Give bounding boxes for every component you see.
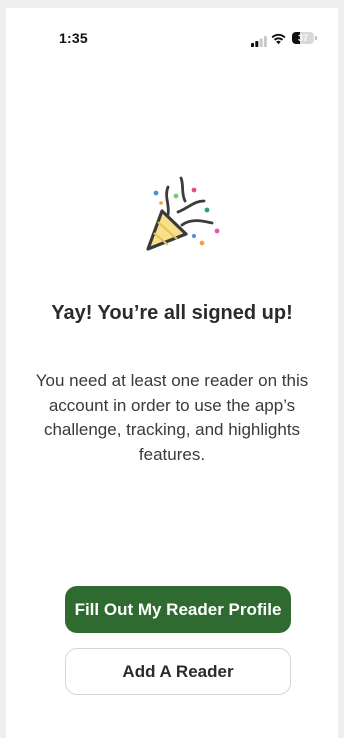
battery-tip bbox=[315, 36, 317, 40]
battery-body: 37 bbox=[292, 32, 314, 44]
status-time: 1:35 bbox=[59, 30, 88, 46]
wifi-icon bbox=[271, 32, 286, 45]
status-bar: 1:35 37 bbox=[6, 8, 338, 52]
cellular-signal-icon bbox=[251, 34, 267, 47]
battery-icon: 37 bbox=[292, 32, 318, 44]
add-reader-button[interactable]: Add A Reader bbox=[65, 648, 291, 695]
app-screen: 1:35 37 Yay! You’re all signed up! You n… bbox=[6, 8, 338, 738]
page-title: Yay! You’re all signed up! bbox=[51, 302, 293, 324]
fill-out-reader-profile-button[interactable]: Fill Out My Reader Profile bbox=[65, 586, 291, 633]
description-text: You need at least one reader on this acc… bbox=[35, 371, 309, 464]
battery-level: 37 bbox=[297, 33, 308, 43]
party-popper-icon bbox=[134, 173, 224, 263]
